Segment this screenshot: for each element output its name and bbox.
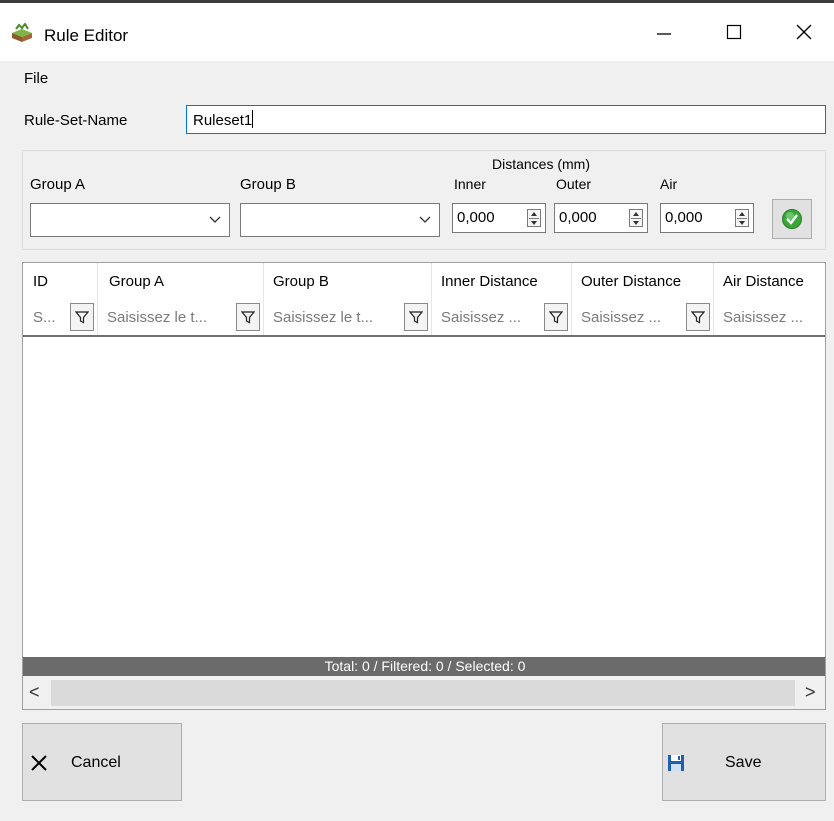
outer-label: Outer [556, 176, 592, 192]
minimize-button[interactable] [636, 3, 692, 61]
menu-file[interactable]: File [24, 70, 48, 87]
spinner-buttons[interactable] [527, 209, 541, 227]
filter-button-group-b[interactable] [404, 303, 428, 331]
column-divider[interactable] [97, 263, 98, 335]
cancel-button[interactable]: Cancel [22, 723, 182, 801]
ruleset-name-input[interactable]: Ruleset1 [186, 105, 826, 134]
outer-distance-value: 0,000 [559, 209, 597, 226]
scroll-left-arrow[interactable]: < [29, 682, 40, 703]
ruleset-name-value: Ruleset1 [193, 112, 253, 129]
filter-icon [75, 311, 89, 324]
filter-input-id[interactable]: S... [33, 309, 67, 326]
close-x-icon [31, 755, 47, 771]
filter-input-outer-distance[interactable]: Saisissez ... [581, 309, 685, 326]
close-icon [796, 24, 812, 40]
filter-button-id[interactable] [70, 303, 94, 331]
close-button[interactable] [776, 3, 832, 61]
filter-icon [691, 311, 705, 324]
column-header-id[interactable]: ID [33, 273, 48, 290]
checkmark-icon [782, 209, 802, 229]
filter-input-inner-distance[interactable]: Saisissez ... [441, 309, 545, 326]
inner-label: Inner [454, 176, 486, 192]
window-title: Rule Editor [44, 26, 129, 45]
filter-icon [409, 311, 423, 324]
column-divider[interactable] [713, 263, 714, 335]
ruleset-name-label: Rule-Set-Name [24, 112, 128, 129]
cancel-button-label: Cancel [71, 754, 121, 771]
air-label: Air [660, 176, 678, 192]
rules-grid[interactable]: ID Group A Group B Inner Distance Outer … [22, 262, 826, 710]
column-header-air-distance[interactable]: Air Distance [723, 273, 804, 290]
minimize-icon [657, 33, 671, 35]
inner-distance-value: 0,000 [457, 209, 495, 226]
scroll-right-arrow[interactable]: > [805, 682, 816, 703]
column-header-outer-distance[interactable]: Outer Distance [581, 273, 681, 290]
air-distance-value: 0,000 [665, 209, 703, 226]
filter-input-air-distance[interactable]: Saisissez ... [723, 309, 823, 326]
spinner-buttons[interactable] [735, 209, 749, 227]
filter-input-group-b[interactable]: Saisissez le t... [273, 309, 403, 326]
distances-label: Distances (mm) [492, 156, 591, 172]
scrollbar-thumb[interactable] [51, 680, 795, 706]
filter-icon [241, 311, 255, 324]
add-rule-button[interactable] [772, 199, 812, 239]
maximize-icon [726, 24, 742, 40]
group-a-dropdown[interactable] [30, 203, 230, 237]
air-distance-spinner[interactable]: 0,000 [660, 203, 754, 233]
filter-button-group-a[interactable] [236, 303, 260, 331]
chevron-down-icon [419, 216, 431, 223]
save-button-label: Save [725, 754, 762, 771]
filter-button-inner-distance[interactable] [544, 303, 568, 331]
filter-icon [549, 311, 563, 324]
column-header-group-a[interactable]: Group A [109, 273, 164, 290]
menu-bar: File [0, 61, 834, 93]
column-header-inner-distance[interactable]: Inner Distance [441, 273, 538, 290]
group-b-label: Group B [240, 176, 296, 193]
column-divider[interactable] [571, 263, 572, 335]
filter-button-outer-distance[interactable] [686, 303, 710, 331]
column-divider[interactable] [263, 263, 264, 335]
grid-body[interactable] [23, 337, 825, 657]
column-divider[interactable] [431, 263, 432, 335]
save-disk-icon [668, 755, 684, 771]
group-b-dropdown[interactable] [240, 203, 440, 237]
filter-input-group-a[interactable]: Saisissez le t... [107, 309, 235, 326]
save-button[interactable]: Save [662, 723, 826, 801]
maximize-button[interactable] [706, 3, 762, 61]
app-icon [10, 22, 34, 43]
chevron-down-icon [209, 216, 221, 223]
group-a-label: Group A [30, 176, 86, 193]
text-caret [252, 110, 254, 128]
horizontal-scrollbar[interactable]: < > [23, 676, 825, 709]
grid-status-bar: Total: 0 / Filtered: 0 / Selected: 0 [23, 657, 825, 676]
spinner-buttons[interactable] [629, 209, 643, 227]
inner-distance-spinner[interactable]: 0,000 [452, 203, 546, 233]
column-header-group-b[interactable]: Group B [273, 273, 329, 290]
outer-distance-spinner[interactable]: 0,000 [554, 203, 648, 233]
